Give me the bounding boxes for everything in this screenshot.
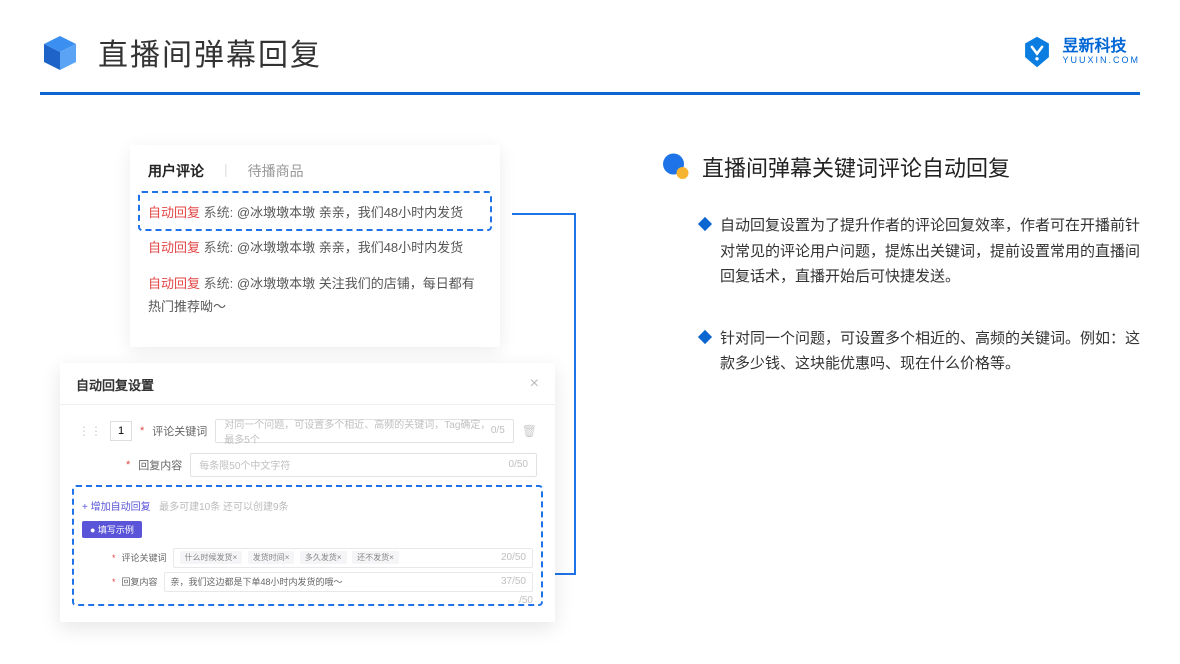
bullet-text: 针对同一个问题，可设置多个相近的、高频的关键词。例如：这款多少钱、这块能优惠吗、… (720, 326, 1140, 377)
settings-form: ⋮⋮ 1 * 评论关键词 对同一个问题，可设置多个相近、高频的关键词，Tag确定… (60, 405, 555, 477)
keyword-chip[interactable]: 什么时候发货× (180, 551, 243, 564)
form-row-reply: * 回复内容 每条限50个中文字符 0/50 (78, 453, 537, 477)
ex-reply-input[interactable]: 亲，我们这边都是下单48小时内发货的哦～ 37/50 (164, 572, 533, 592)
diamond-icon (698, 217, 712, 231)
tab-user-comments[interactable]: 用户评论 (148, 161, 204, 181)
delete-icon[interactable]: 🗑 (522, 424, 537, 438)
add-auto-reply-link[interactable]: + 增加自动回复 (82, 502, 151, 513)
example-reply-row: * 回复内容 亲，我们这边都是下单48小时内发货的哦～ 37/50 (82, 572, 533, 592)
comment-text: @冰墩墩本墩 亲亲，我们48小时内发货 (237, 205, 463, 220)
example-badge: ● 填写示例 (82, 521, 142, 538)
reply-placeholder: 每条限50个中文字符 (199, 457, 290, 472)
brand-icon (1020, 35, 1054, 69)
required-mark: * (112, 577, 116, 587)
ex-reply-counter: 37/50 (501, 576, 526, 587)
section-heading: 直播间弹幕关键词评论自动回复 (660, 151, 1140, 183)
settings-title: 自动回复设置 (76, 375, 154, 394)
chip-group: 什么时候发货× 发货时间× 多久发货× 还不发货× (180, 551, 402, 564)
required-mark: * (126, 459, 130, 471)
brand-text: 昱新科技 YUUXIN.COM (1062, 38, 1140, 65)
ex-keyword-input[interactable]: 什么时候发货× 发货时间× 多久发货× 还不发货× 20/50 (173, 548, 533, 568)
reply-counter: 0/50 (509, 459, 528, 470)
ex-keyword-label: 评论关键词 (122, 551, 167, 564)
brand-logo: 昱新科技 YUUXIN.COM (1020, 35, 1140, 69)
bullet-item: 针对同一个问题，可设置多个相近的、高频的关键词。例如：这款多少钱、这块能优惠吗、… (660, 326, 1140, 377)
example-keyword-row: * 评论关键词 什么时候发货× 发货时间× 多久发货× 还不发货× 20/50 (82, 548, 533, 568)
comment-text: @冰墩墩本墩 亲亲，我们48小时内发货 (237, 240, 463, 255)
reply-input[interactable]: 每条限50个中文字符 0/50 (190, 453, 537, 477)
auto-reply-tag: 自动回复 (148, 205, 200, 220)
example-section: + 增加自动回复 最多可建10条 还可以创建9条 ● 填写示例 * 评论关键词 … (74, 487, 541, 604)
system-label: 系统: (204, 240, 234, 255)
tab-pending-products[interactable]: 待播商品 (248, 161, 304, 181)
required-mark: * (112, 553, 116, 563)
drag-handle-icon[interactable]: ⋮⋮ (78, 424, 102, 438)
stray-counter: /50 (519, 595, 533, 606)
connector-line (574, 213, 576, 575)
bullet-text: 自动回复设置为了提升作者的评论回复效率，作者可在开播前针对常见的评论用户问题，提… (720, 213, 1140, 290)
system-label: 系统: (204, 276, 234, 291)
comment-row: 自动回复 系统: @冰墩墩本墩 关注我们的店铺，每日都有热门推荐呦～ (148, 266, 482, 325)
keyword-label: 评论关键词 (152, 423, 207, 439)
brand-url: YUUXIN.COM (1062, 56, 1140, 66)
auto-reply-settings-card: 自动回复设置 × ⋮⋮ 1 * 评论关键词 对同一个问题，可设置多个相近、高频的… (60, 363, 555, 622)
rule-number: 1 (110, 421, 132, 441)
ex-reply-text: 亲，我们这边都是下单48小时内发货的哦～ (171, 575, 343, 588)
brand-name: 昱新科技 (1062, 38, 1140, 56)
comment-tabs: 用户评论 | 待播商品 (148, 161, 482, 181)
left-mockups: 用户评论 | 待播商品 自动回复 系统: @冰墩墩本墩 亲亲，我们48小时内发货… (60, 145, 580, 622)
keyword-chip[interactable]: 还不发货× (352, 551, 399, 564)
ex-keyword-counter: 20/50 (501, 552, 526, 563)
chat-bubble-icon (660, 152, 690, 182)
reply-label: 回复内容 (138, 457, 182, 473)
connector-line (512, 213, 576, 215)
main-content: 用户评论 | 待播商品 自动回复 系统: @冰墩墩本墩 亲亲，我们48小时内发货… (0, 95, 1180, 622)
page-title: 直播间弹幕回复 (98, 30, 322, 74)
keyword-chip[interactable]: 多久发货× (300, 551, 347, 564)
tab-separator: | (224, 161, 228, 181)
cube-icon (40, 32, 80, 72)
keyword-input[interactable]: 对同一个问题，可设置多个相近、高频的关键词，Tag确定，最多5个 0/5 (215, 419, 513, 443)
section-title: 直播间弹幕关键词评论自动回复 (702, 151, 1010, 183)
ex-reply-label: 回复内容 (122, 575, 158, 588)
system-label: 系统: (204, 205, 234, 220)
comment-row: 自动回复 系统: @冰墩墩本墩 亲亲，我们48小时内发货 (148, 230, 482, 265)
right-description: 直播间弹幕关键词评论自动回复 自动回复设置为了提升作者的评论回复效率，作者可在开… (660, 145, 1140, 622)
user-comments-card: 用户评论 | 待播商品 自动回复 系统: @冰墩墩本墩 亲亲，我们48小时内发货… (130, 145, 500, 347)
keyword-counter: 0/5 (491, 425, 505, 436)
required-mark: * (140, 425, 144, 437)
auto-reply-tag: 自动回复 (148, 276, 200, 291)
page-header: 直播间弹幕回复 昱新科技 YUUXIN.COM (0, 0, 1180, 84)
settings-header: 自动回复设置 × (60, 375, 555, 405)
form-row-keyword: ⋮⋮ 1 * 评论关键词 对同一个问题，可设置多个相近、高频的关键词，Tag确定… (78, 419, 537, 443)
keyword-chip[interactable]: 发货时间× (248, 551, 295, 564)
header-left: 直播间弹幕回复 (40, 30, 322, 74)
comment-row: 自动回复 系统: @冰墩墩本墩 亲亲，我们48小时内发货 (148, 195, 482, 230)
close-icon[interactable]: × (530, 375, 539, 394)
keyword-placeholder: 对同一个问题，可设置多个相近、高频的关键词，Tag确定，最多5个 (224, 416, 491, 446)
add-hint: 最多可建10条 还可以创建9条 (159, 502, 288, 513)
auto-reply-tag: 自动回复 (148, 240, 200, 255)
bullet-item: 自动回复设置为了提升作者的评论回复效率，作者可在开播前针对常见的评论用户问题，提… (660, 213, 1140, 290)
diamond-icon (698, 329, 712, 343)
